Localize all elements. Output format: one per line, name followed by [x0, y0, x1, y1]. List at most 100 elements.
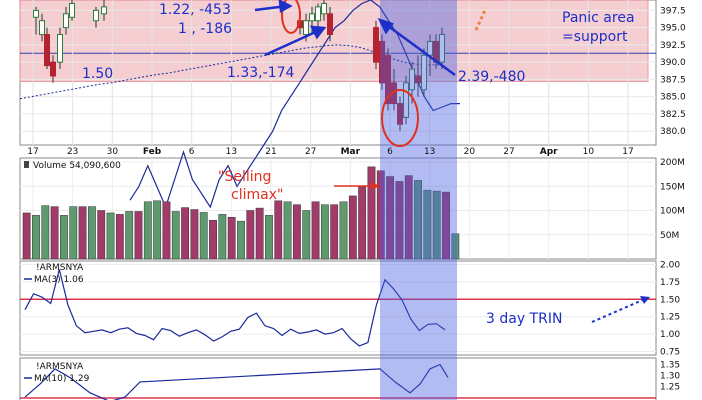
- volume-bar: [330, 204, 339, 260]
- annotation-selling-1: "Selling: [218, 169, 271, 185]
- volume-bar: [106, 212, 115, 260]
- x-tick-label: 6: [387, 147, 393, 157]
- trin3-y-tick: 1.75: [660, 278, 680, 288]
- volume-bar: [50, 206, 59, 260]
- trin-ma10-title: !ARMSNYA: [36, 362, 84, 372]
- volume-bar: [255, 207, 264, 260]
- volume-y-tick: 150M: [660, 182, 685, 192]
- volume-y-tick: 100M: [660, 207, 685, 217]
- price-y-tick: 395.0: [660, 24, 686, 34]
- x-tick-label: 30: [107, 147, 119, 157]
- candle-body: [321, 2, 327, 15]
- annotation-trin: 3 day TRIN: [486, 311, 562, 327]
- volume-bar: [358, 186, 367, 260]
- volume-bar: [190, 209, 199, 260]
- annotation-selling-2: climax": [231, 187, 283, 203]
- price-y-tick: 392.5: [660, 41, 686, 51]
- candle-body: [309, 13, 315, 22]
- x-tick-label: 6: [189, 147, 195, 157]
- volume-bar: [274, 200, 283, 260]
- volume-bar: [339, 201, 348, 260]
- stock-chart: 17 23 30 Feb 6 13 21 27 Mar 6 13 20 27 Apr 10 17 397.5 39…: [19, 0, 686, 400]
- annotation-1: 1.22, -453: [159, 2, 231, 18]
- x-tick-label: 17: [622, 147, 633, 157]
- volume-bar: [283, 201, 292, 260]
- x-tick-label: Feb: [143, 147, 162, 157]
- volume-bar: [302, 210, 311, 260]
- candle-body: [327, 13, 333, 36]
- volume-bar: [134, 211, 143, 260]
- volume-bar: [143, 201, 152, 260]
- panic-zone: [19, 0, 649, 82]
- volume-bar: [162, 201, 171, 260]
- candle-body: [50, 61, 56, 77]
- trin-ma3-title: !ARMSNYA: [36, 263, 84, 273]
- price-y-tick: 387.5: [660, 75, 686, 85]
- volume-bar: [181, 207, 189, 260]
- annotation-panic-area: Panic area: [562, 10, 635, 26]
- x-tick-label: Mar: [341, 147, 361, 157]
- volume-bar: [227, 217, 236, 260]
- volume-bar: [218, 214, 227, 260]
- trin3-y-tick: 1.25: [660, 313, 680, 323]
- annotation-5: 2.39,-480: [458, 69, 525, 85]
- volume-bar: [78, 206, 87, 260]
- volume-y-tick: 50M: [660, 231, 679, 241]
- volume-y-tick: 200M: [660, 158, 685, 168]
- x-tick-label: 20: [464, 147, 476, 157]
- annotation-3: 1.50: [82, 66, 113, 82]
- volume-bar: [125, 211, 134, 260]
- x-tick-label: 27: [305, 147, 316, 157]
- chart-root: 17 23 30 Feb 6 13 21 27 Mar 6 13 20 27 Apr 10 17 397.5 39…: [0, 0, 702, 400]
- trin3-y-tick: 0.75: [660, 348, 680, 358]
- volume-bar: [237, 220, 245, 260]
- volume-bar: [246, 210, 255, 260]
- volume-bar: [32, 215, 40, 260]
- volume-bar: [171, 211, 180, 260]
- volume-legend-swatch: [24, 161, 29, 168]
- trin10-y-tick: 1.25: [660, 382, 680, 392]
- x-tick-label: 27: [503, 147, 514, 157]
- volume-bar: [348, 195, 357, 260]
- candle-body: [44, 34, 50, 67]
- volume-bar: [265, 215, 273, 260]
- trin3-y-tick: 1.50: [660, 295, 680, 305]
- trin3-y-tick: 1.00: [660, 330, 680, 340]
- volume-bar: [60, 215, 68, 260]
- trin10-y-tick: 1.35: [660, 361, 680, 371]
- x-tick-label: 21: [265, 147, 276, 157]
- volume-bar: [87, 206, 96, 260]
- volume-bar: [69, 206, 78, 260]
- x-tick-label: Apr: [540, 147, 558, 157]
- candle-body: [315, 6, 321, 22]
- trin3-y-tick: 2.00: [660, 260, 680, 270]
- x-tick-label: 23: [67, 147, 78, 157]
- x-tick-label: 13: [226, 147, 237, 157]
- x-tick-label: 13: [424, 147, 435, 157]
- volume-bar: [153, 200, 162, 260]
- price-y-tick: 385.0: [660, 93, 686, 103]
- volume-bar: [367, 166, 376, 260]
- trin-ma10-panel-frame: [19, 357, 657, 400]
- trin-ma10-legend: MA(10) 1.29: [34, 374, 90, 384]
- volume-bar: [199, 212, 208, 260]
- volume-bar: [209, 219, 217, 260]
- trin-ma3-panel-frame: [19, 260, 657, 356]
- volume-title: Volume 54,090,600: [33, 161, 121, 171]
- price-y-tick: 382.5: [660, 110, 686, 120]
- candle-body: [93, 9, 99, 22]
- volume-bar: [320, 204, 329, 260]
- candle-body: [33, 9, 39, 18]
- highlight-band: [380, 0, 457, 400]
- volume-bar: [293, 204, 301, 260]
- candle-body: [373, 27, 379, 63]
- price-y-tick: 390.0: [660, 58, 686, 68]
- x-tick-label: 17: [27, 147, 38, 157]
- annotation-4: 1.33,-174: [227, 65, 294, 81]
- candle-body: [63, 13, 69, 29]
- candle-body: [101, 6, 107, 15]
- volume-bar: [97, 210, 106, 260]
- volume-bar: [115, 214, 124, 260]
- volume-bar: [311, 201, 320, 260]
- candle-body: [57, 34, 63, 63]
